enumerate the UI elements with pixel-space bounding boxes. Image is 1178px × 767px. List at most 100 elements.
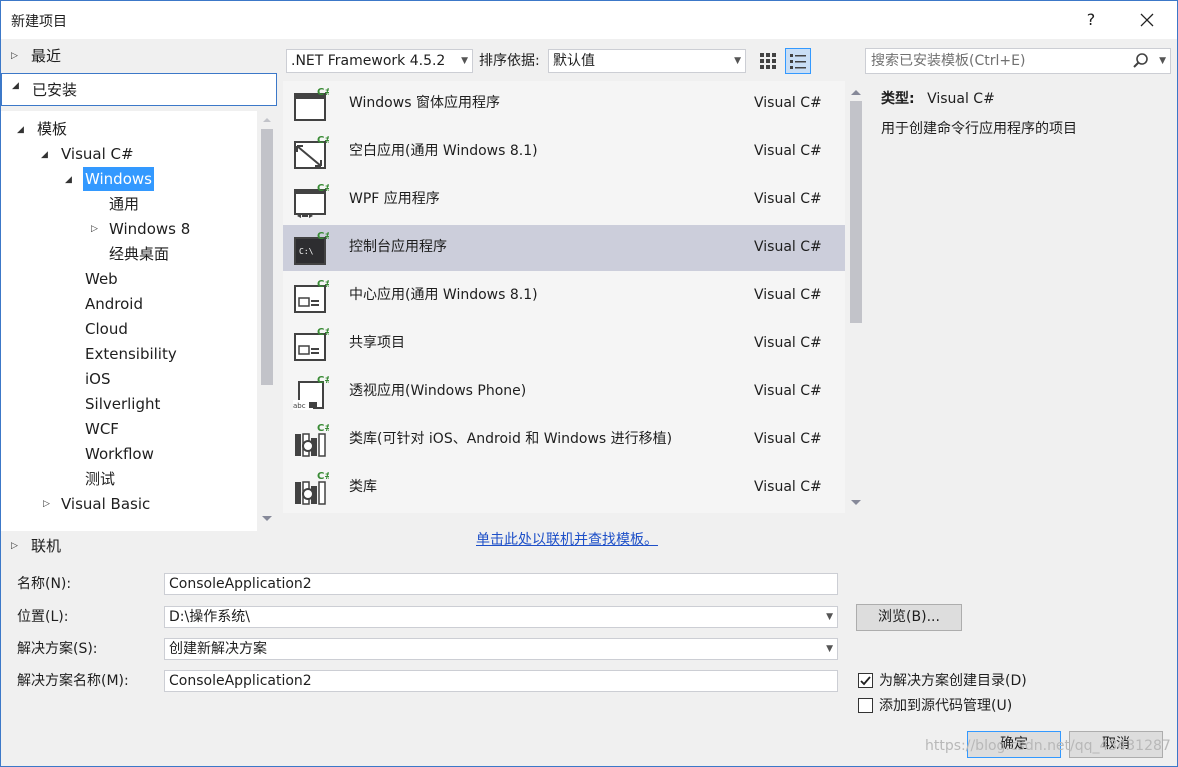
template-language: Visual C# xyxy=(754,191,822,207)
sort-dropdown[interactable]: 默认值 ▼ xyxy=(548,49,746,73)
hub-app-icon: C# xyxy=(294,279,329,313)
template-row-shared-project[interactable]: C# 共享项目 Visual C# xyxy=(283,321,845,367)
template-row-console-selected[interactable]: C:\ C# 控制台应用程序 Visual C# xyxy=(283,225,845,271)
scroll-up-icon[interactable] xyxy=(258,113,276,127)
tree-label: Visual Basic xyxy=(61,495,151,513)
template-search-input[interactable]: 搜索已安装模板(Ctrl+E) ▼ xyxy=(865,48,1171,74)
template-name: 类库(可针对 iOS、Android 和 Windows 进行移植) xyxy=(349,431,673,447)
tree-node-workflow[interactable]: Workflow xyxy=(85,442,154,466)
tree-node-extensibility[interactable]: Extensibility xyxy=(85,342,177,366)
close-button[interactable] xyxy=(1127,5,1167,35)
scroll-down-icon[interactable] xyxy=(258,511,276,525)
small-icons-view-button[interactable] xyxy=(755,48,781,74)
template-scroll-thumb[interactable] xyxy=(850,101,862,323)
tree-node-classic-desktop[interactable]: 经典桌面 xyxy=(109,242,169,266)
add-source-control-label[interactable]: 添加到源代码管理(U) xyxy=(879,696,1012,716)
help-button[interactable]: ? xyxy=(1077,5,1105,35)
details-type-row: 类型: Visual C# xyxy=(881,89,995,109)
tree-node-ios[interactable]: iOS xyxy=(85,367,111,391)
expand-arrow-icon: ▷ xyxy=(91,224,98,234)
svg-text:C#: C# xyxy=(317,279,329,290)
svg-text:C#: C# xyxy=(317,375,329,386)
template-list-scrollbar[interactable] xyxy=(847,81,865,513)
tree-label: Extensibility xyxy=(85,345,177,363)
category-pane: ▷ 最近 ◢ 已安装 ◢ 模板 ◢ Visual C# ◢ Windows 通用 xyxy=(1,39,279,569)
grid-view-icon xyxy=(760,53,776,69)
tree-label: Silverlight xyxy=(85,395,161,413)
name-input[interactable]: ConsoleApplication2 xyxy=(164,573,838,595)
tree-label: Cloud xyxy=(85,320,128,338)
location-combobox[interactable]: D:\操作系统\ ▼ xyxy=(164,606,838,628)
template-row-class-library[interactable]: C# 类库 Visual C# xyxy=(283,465,845,511)
search-icon xyxy=(1133,53,1148,68)
tree-label: WCF xyxy=(85,420,119,438)
template-list: C# Windows 窗体应用程序 Visual C# C# 空白应用(通用 W… xyxy=(283,81,845,513)
tree-node-installed[interactable]: ◢ 已安装 xyxy=(1,73,277,106)
solution-name-input[interactable]: ConsoleApplication2 xyxy=(164,670,838,692)
scroll-up-icon[interactable] xyxy=(847,85,865,99)
tree-node-silverlight[interactable]: Silverlight xyxy=(85,392,160,416)
template-row-hub-app[interactable]: C# 中心应用(通用 Windows 8.1) Visual C# xyxy=(283,273,845,319)
tree-label-selected: Windows xyxy=(83,167,154,191)
details-type-value: Visual C# xyxy=(927,91,995,107)
tree-node-android[interactable]: Android xyxy=(85,292,143,316)
tree-node-test[interactable]: 测试 xyxy=(85,467,115,491)
tree-node-wcf[interactable]: WCF xyxy=(85,417,119,441)
template-name: 控制台应用程序 xyxy=(349,239,447,255)
tree-label: 最近 xyxy=(31,47,62,65)
create-directory-checkbox[interactable] xyxy=(858,673,873,688)
template-row-winforms[interactable]: C# Windows 窗体应用程序 Visual C# xyxy=(283,81,845,127)
tree-label: Workflow xyxy=(85,445,154,463)
framework-dropdown[interactable]: .NET Framework 4.5.2 ▼ xyxy=(286,49,473,73)
tree-scroll-thumb[interactable] xyxy=(261,129,273,385)
tree-label: Android xyxy=(85,295,143,313)
chevron-down-icon[interactable]: ▼ xyxy=(1159,49,1166,73)
framework-value: .NET Framework 4.5.2 xyxy=(291,53,446,69)
browse-button[interactable]: 浏览(B)... xyxy=(856,604,962,631)
template-name: 中心应用(通用 Windows 8.1) xyxy=(349,287,538,303)
template-row-blank-app[interactable]: C# 空白应用(通用 Windows 8.1) Visual C# xyxy=(283,129,845,175)
chevron-down-icon[interactable]: ▼ xyxy=(826,639,833,659)
template-name: 透视应用(Windows Phone) xyxy=(349,383,527,399)
scroll-down-icon[interactable] xyxy=(847,495,865,509)
class-library-icon: C# xyxy=(295,471,329,505)
add-source-control-checkbox[interactable] xyxy=(858,698,873,713)
template-row-pivot-app[interactable]: abc C# 透视应用(Windows Phone) Visual C# xyxy=(283,369,845,415)
sort-label: 排序依据: xyxy=(479,53,540,69)
solution-value: 创建新解决方案 xyxy=(169,641,267,657)
title-bar: 新建项目 ? xyxy=(1,1,1177,39)
portable-library-icon: C# xyxy=(295,423,329,457)
find-templates-online-link[interactable]: 单击此处以联机并查找模板。 xyxy=(476,529,658,549)
solution-dropdown[interactable]: 创建新解决方案 ▼ xyxy=(164,638,838,660)
details-type-label: 类型: xyxy=(881,91,915,107)
list-view-button[interactable] xyxy=(785,48,811,74)
search-placeholder: 搜索已安装模板(Ctrl+E) xyxy=(871,53,1026,69)
tree-label: Web xyxy=(85,270,118,288)
new-project-dialog: 新建项目 ? ▷ 最近 ◢ 已安装 ◢ 模板 ◢ Visual C# ◢ Win… xyxy=(0,0,1178,767)
template-name: 类库 xyxy=(349,479,377,495)
tree-node-web[interactable]: Web xyxy=(85,267,118,291)
tree-node-cloud[interactable]: Cloud xyxy=(85,317,128,341)
template-name: WPF 应用程序 xyxy=(349,191,440,207)
template-language: Visual C# xyxy=(754,143,822,159)
console-icon: C:\ C# xyxy=(294,231,329,265)
location-label: 位置(L): xyxy=(17,609,69,625)
template-language: Visual C# xyxy=(754,479,822,495)
tree-label: 经典桌面 xyxy=(109,245,170,263)
template-row-portable-library[interactable]: C# 类库(可针对 iOS、Android 和 Windows 进行移植) Vi… xyxy=(283,417,845,463)
tree-scrollbar[interactable] xyxy=(258,111,276,529)
name-value: ConsoleApplication2 xyxy=(169,576,312,592)
checkmark-icon xyxy=(860,676,871,686)
solution-name-label: 解决方案名称(M): xyxy=(17,673,129,689)
template-language: Visual C# xyxy=(754,383,822,399)
tree-label: 测试 xyxy=(85,470,116,488)
blank-app-icon: C# xyxy=(294,135,329,169)
winforms-icon: C# xyxy=(294,87,329,121)
tree-node-general[interactable]: 通用 xyxy=(109,192,139,216)
collapse-arrow-icon: ◢ xyxy=(17,125,24,135)
template-row-wpf[interactable]: C# WPF 应用程序 Visual C# xyxy=(283,177,845,223)
svg-text:C#: C# xyxy=(317,231,329,242)
create-directory-label[interactable]: 为解决方案创建目录(D) xyxy=(879,671,1027,691)
chevron-down-icon[interactable]: ▼ xyxy=(826,607,833,627)
tree-label: 已安装 xyxy=(32,81,78,99)
